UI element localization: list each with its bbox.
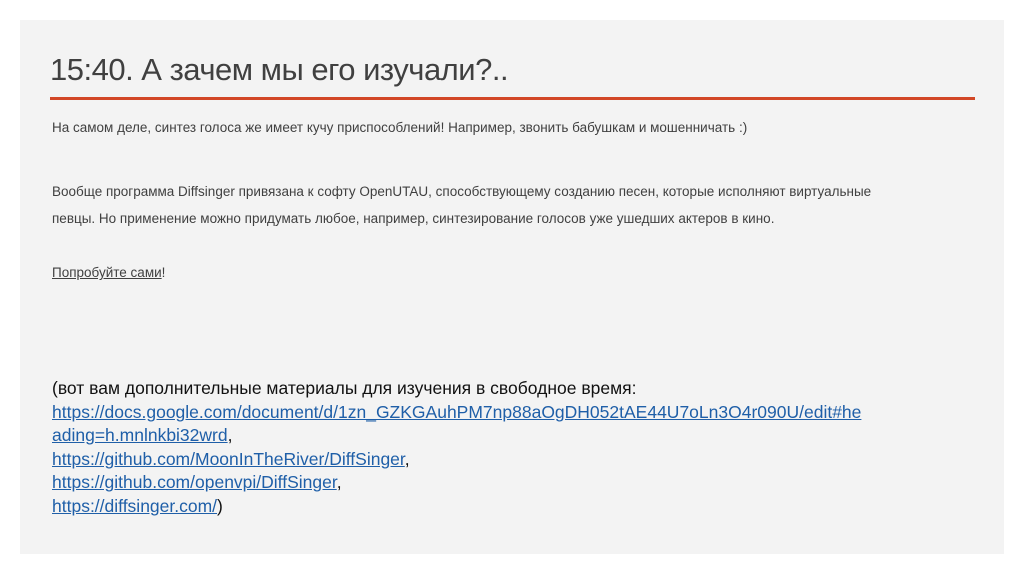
paragraph-line: Вообще программа Diffsinger привязана к … bbox=[52, 184, 872, 199]
title-divider bbox=[50, 97, 975, 100]
materials-block: (вот вам дополнительные материалы для из… bbox=[52, 377, 861, 518]
link-google-doc[interactable]: https://docs.google.com/document/d/1zn_G… bbox=[52, 402, 861, 422]
link-github-openvpi[interactable]: https://github.com/openvpi/DiffSinger bbox=[52, 472, 337, 492]
try-it-link[interactable]: Попробуйте сами bbox=[52, 265, 162, 280]
slide-title: 15:40. А зачем мы его изучали?.. bbox=[50, 52, 509, 87]
slide: 15:40. А зачем мы его изучали?.. На само… bbox=[20, 20, 1004, 554]
link-diffsinger-site[interactable]: https://diffsinger.com/ bbox=[52, 496, 217, 516]
link-suffix: ) bbox=[217, 495, 223, 516]
try-suffix: ! bbox=[161, 265, 166, 280]
paragraph-diffsinger: Вообще программа Diffsinger привязана к … bbox=[52, 178, 871, 232]
link-google-doc-cont[interactable]: ading=h.mnlnkbi32wrd bbox=[52, 425, 228, 445]
materials-intro: (вот вам дополнительные материалы для из… bbox=[52, 378, 637, 398]
try-it-line: Попробуйте сами! bbox=[52, 265, 165, 280]
link-github-moonintheriver[interactable]: https://github.com/MoonInTheRiver/DiffSi… bbox=[52, 449, 405, 469]
link-suffix: , bbox=[404, 448, 410, 469]
paragraph-usage: На самом деле, синтез голоса же имеет ку… bbox=[52, 120, 748, 135]
paragraph-line: певцы. Но применение можно придумать люб… bbox=[52, 211, 775, 226]
link-suffix: , bbox=[227, 425, 233, 445]
link-suffix: , bbox=[336, 472, 342, 492]
